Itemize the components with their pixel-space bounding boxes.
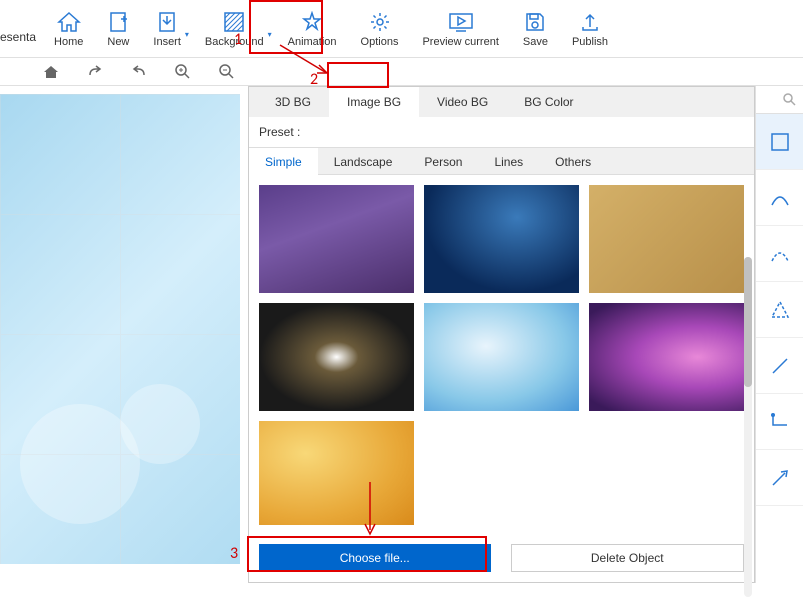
insert-label: Insert — [153, 36, 181, 48]
bg-thumbnail[interactable] — [589, 421, 744, 525]
options-button[interactable]: Options — [349, 0, 411, 57]
right-toolbar — [755, 86, 803, 583]
tab-3d-bg[interactable]: 3D BG — [257, 87, 329, 117]
background-button[interactable]: Background ▾ — [193, 0, 276, 57]
home-button[interactable]: Home — [42, 0, 95, 57]
home-small-icon[interactable] — [40, 61, 62, 83]
shape-line-tool[interactable] — [756, 338, 803, 394]
animation-label: Animation — [288, 36, 337, 48]
insert-button[interactable]: Insert ▾ — [141, 0, 193, 57]
canvas[interactable] — [0, 94, 240, 564]
home-icon — [57, 10, 81, 34]
shape-elbow-tool[interactable] — [756, 394, 803, 450]
options-label: Options — [361, 36, 399, 48]
preview-button[interactable]: Preview current — [410, 0, 510, 57]
bg-thumbnail[interactable] — [424, 303, 579, 411]
publish-icon — [579, 10, 601, 34]
preset-tab-others[interactable]: Others — [539, 148, 607, 176]
home-label: Home — [54, 36, 83, 48]
background-panel: 3D BG Image BG Video BG BG Color Preset … — [248, 86, 755, 583]
animation-button[interactable]: Animation — [276, 0, 349, 57]
insert-icon — [157, 10, 177, 34]
save-icon — [524, 10, 546, 34]
new-icon — [108, 10, 128, 34]
redo-icon[interactable] — [84, 61, 106, 83]
thumbnail-grid — [249, 175, 754, 525]
publish-button[interactable]: Publish — [560, 0, 620, 57]
bg-thumbnail[interactable] — [259, 185, 414, 293]
bg-thumbnail[interactable] — [424, 421, 579, 525]
save-label: Save — [523, 36, 548, 48]
zoom-in-icon[interactable] — [172, 61, 194, 83]
tab-bg-color[interactable]: BG Color — [506, 87, 591, 117]
canvas-area[interactable] — [0, 86, 248, 583]
delete-object-button[interactable]: Delete Object — [511, 544, 745, 572]
bg-thumbnail[interactable] — [259, 303, 414, 411]
choose-file-button[interactable]: Choose file... — [259, 544, 491, 572]
undo-icon[interactable] — [128, 61, 150, 83]
background-icon — [223, 10, 245, 34]
shape-arc-dashed-tool[interactable] — [756, 226, 803, 282]
new-button[interactable]: New — [95, 0, 141, 57]
dropdown-icon: ▾ — [268, 30, 272, 39]
preset-tab-landscape[interactable]: Landscape — [318, 148, 409, 176]
preset-tab-simple[interactable]: Simple — [249, 148, 318, 176]
app-label: esenta — [0, 0, 42, 57]
background-label: Background — [205, 36, 264, 48]
options-icon — [369, 10, 391, 34]
animation-icon — [300, 10, 324, 34]
shape-arrow-tool[interactable] — [756, 450, 803, 506]
tab-image-bg[interactable]: Image BG — [329, 87, 419, 117]
preview-label: Preview current — [422, 36, 498, 48]
shape-rectangle-tool[interactable] — [756, 114, 803, 170]
preset-tab-lines[interactable]: Lines — [478, 148, 539, 176]
shape-triangle-dashed-tool[interactable] — [756, 282, 803, 338]
shape-arc-tool[interactable] — [756, 170, 803, 226]
dropdown-icon: ▾ — [185, 30, 189, 39]
tab-video-bg[interactable]: Video BG — [419, 87, 506, 117]
zoom-out-icon[interactable] — [216, 61, 238, 83]
bg-thumbnail[interactable] — [589, 303, 744, 411]
preset-tab-person[interactable]: Person — [408, 148, 478, 176]
bg-thumbnail[interactable] — [424, 185, 579, 293]
preset-label: Preset : — [249, 117, 754, 147]
save-button[interactable]: Save — [511, 0, 560, 57]
search-icon[interactable] — [756, 86, 803, 114]
new-label: New — [107, 36, 129, 48]
bg-thumbnail[interactable] — [589, 185, 744, 293]
scrollbar[interactable] — [744, 257, 752, 597]
publish-label: Publish — [572, 36, 608, 48]
preview-icon — [448, 10, 474, 34]
bg-thumbnail[interactable] — [259, 421, 414, 525]
